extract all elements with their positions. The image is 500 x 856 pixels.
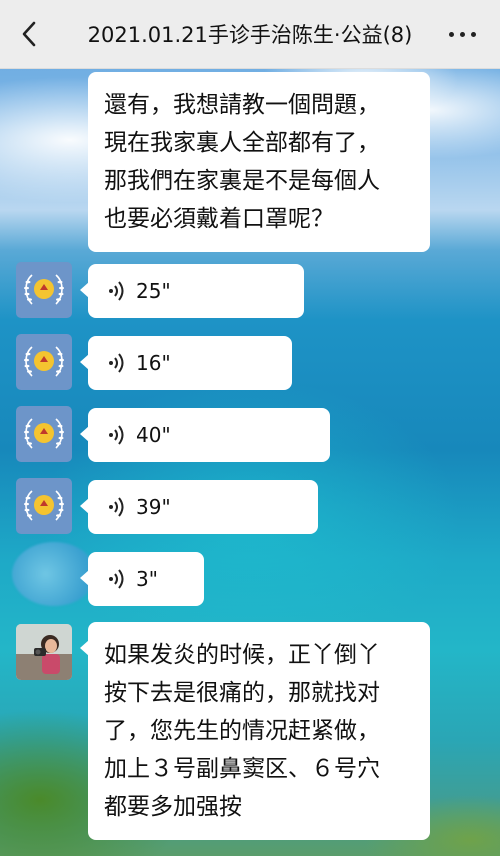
emblem-icon [24,418,64,449]
back-arrow-icon [22,21,36,47]
message-line: 還有，我想請教一個問題， [104,92,380,118]
message-line: 加上３号副鼻窦区、６号穴 [104,756,380,782]
voice-duration: 16" [136,351,171,375]
voice-message[interactable]: 39" [80,480,318,534]
emblem-icon [24,346,64,377]
message-bubble[interactable]: 如果发炎的时候，正丫倒丫 按下去是很痛的，那就找对 了，您先生的情况赶紧做， 加… [80,622,430,840]
voice-message[interactable]: 16" [80,336,292,390]
avatar[interactable] [16,406,72,462]
voice-duration: 25" [136,279,171,303]
person-photo-icon [16,624,72,680]
voice-duration: 40" [136,423,171,447]
message-line: 現在我家裏人全部都有了， [104,130,380,156]
more-button[interactable] [442,20,482,48]
avatar[interactable] [16,262,72,318]
more-dots-icon [446,31,479,37]
chat-header: 2021.01.21手诊手治陈生·公益(8) [0,0,500,69]
message-line: 了，您先生的情况赶紧做， [104,718,380,744]
voice-duration: 39" [136,495,171,519]
message-line: 都要多加强按 [104,794,242,820]
emblem-icon [24,274,64,305]
message-line: 那我們在家裏是不是每個人 [104,168,380,194]
voice-wave-icon [109,497,124,517]
voice-wave-icon [109,281,124,301]
avatar[interactable] [16,478,72,534]
back-button[interactable] [14,18,44,50]
voice-message[interactable]: 40" [80,408,330,462]
message-line: 也要必須戴着口罩呢？ [104,206,334,232]
voice-wave-icon [109,569,124,589]
voice-message[interactable]: 25" [80,264,304,318]
avatar[interactable] [16,334,72,390]
avatar[interactable] [16,624,72,680]
message-bubble[interactable]: 還有，我想請教一個問題， 現在我家裏人全部都有了， 那我們在家裏是不是每個人 也… [88,72,430,252]
emblem-icon [24,490,64,521]
voice-wave-icon [109,353,124,373]
message-line: 按下去是很痛的，那就找对 [104,680,380,706]
message-line: 如果发炎的时候，正丫倒丫 [104,642,380,668]
voice-message[interactable]: 3" [80,552,204,606]
chat-title: 2021.01.21手诊手治陈生·公益(8) [87,23,413,47]
voice-duration: 3" [136,567,158,591]
voice-wave-icon [109,425,124,445]
